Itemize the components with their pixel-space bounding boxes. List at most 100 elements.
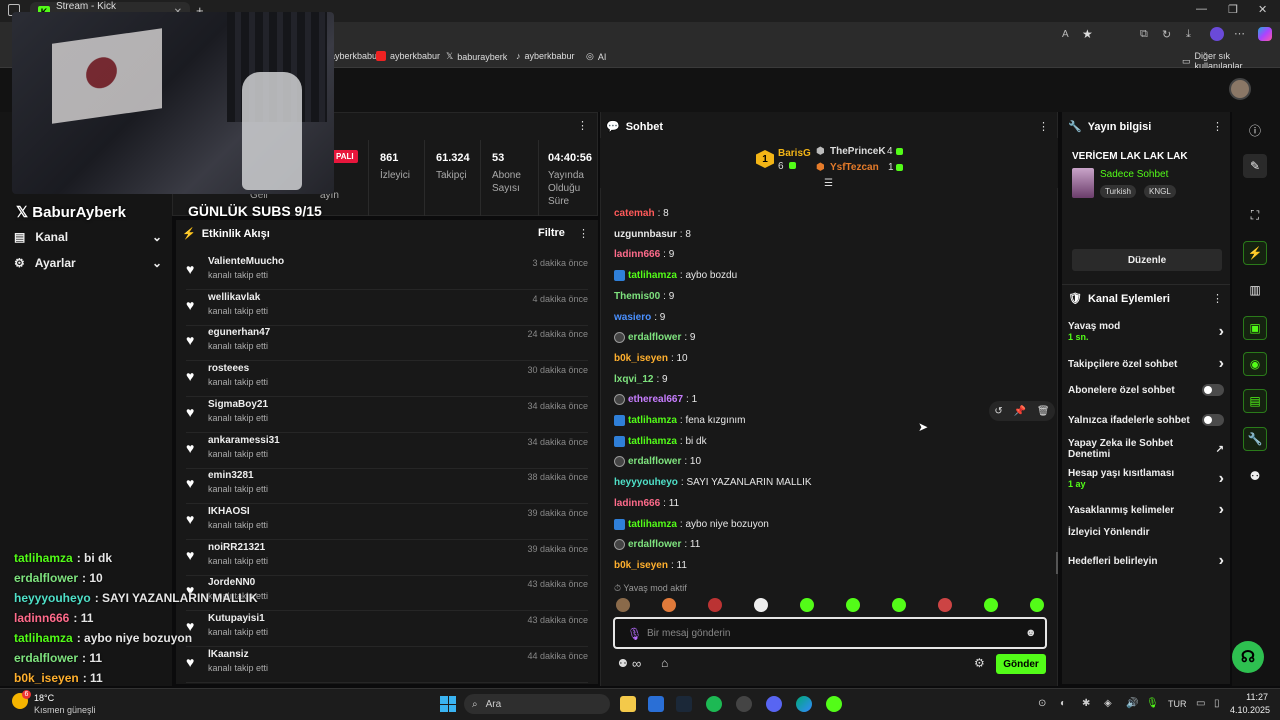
chat-username[interactable]: erdalflower <box>628 456 681 467</box>
bookmark-item[interactable]: ayberkbabur <box>330 51 380 61</box>
chat-username[interactable]: erdalflower <box>628 539 681 550</box>
channel-action-row[interactable]: Yavaş mod 1 sn. › <box>1068 321 1224 342</box>
chat-message[interactable]: Themis00: 9 <box>614 291 674 302</box>
chat-icon[interactable]: ▣ <box>1243 316 1267 340</box>
chat-message[interactable]: tatlihamza: aybo niye bozuyon <box>614 518 769 530</box>
weather-temp[interactable]: 18°C <box>34 693 54 703</box>
emote-icon[interactable] <box>800 598 814 612</box>
channel-action-row[interactable]: Hedefleri belirleyin › <box>1068 552 1224 570</box>
chat-username[interactable]: ladinn666 <box>614 498 660 509</box>
activity-item[interactable]: ♥ rosteees kanalı takip etti 30 dakika önce <box>186 363 588 398</box>
clock-date[interactable]: 4.10.2025 <box>1226 705 1270 715</box>
screen-capture-icon[interactable]: ⛶ <box>1243 203 1267 227</box>
edge-icon[interactable] <box>796 696 812 712</box>
pin-icon[interactable]: 📌 <box>1014 406 1026 417</box>
chat-message[interactable]: tatlihamza: aybo bozdu <box>614 270 737 282</box>
tray-icon[interactable]: ◈ <box>1104 698 1112 709</box>
activity-item[interactable]: ♥ egunerhan47 kanalı takip etti 24 dakika ö… <box>186 327 588 362</box>
clock-time[interactable]: 11:27 <box>1232 692 1268 702</box>
toggle-switch[interactable] <box>1202 384 1224 396</box>
chat-message[interactable]: b0k_iseyen: 10 <box>614 353 688 364</box>
channel-action-row[interactable]: Yalnızca ifadelerle sohbet <box>1068 414 1224 426</box>
avatar[interactable] <box>1229 78 1251 100</box>
chat-username[interactable]: b0k_iseyen <box>614 353 668 364</box>
store-app-icon[interactable] <box>648 696 664 712</box>
channel-action-row[interactable]: Abonelere özel sohbet <box>1068 384 1224 396</box>
taskbar-search[interactable]: ⌕ Ara <box>464 694 610 714</box>
file-explorer-icon[interactable] <box>620 696 636 712</box>
activity-item[interactable]: ♥ IKHAOSI kanalı takip etti 39 dakika önce <box>186 506 588 540</box>
activity-item[interactable]: ♥ ValienteMuucho kanalı takip etti 3 dakika… <box>186 256 588 290</box>
emote-icon[interactable] <box>662 598 676 612</box>
undo-icon[interactable]: ↺ <box>994 406 1002 417</box>
layout-icon[interactable]: ▤ <box>1243 389 1267 413</box>
channel-action-row[interactable]: Yasaklanmış kelimeler › <box>1068 501 1224 519</box>
chat-input[interactable]: Bir mesaj gönderin <box>647 628 730 639</box>
chat-username[interactable]: tatlihamza <box>628 270 677 281</box>
activity-item[interactable]: ♥ emin3281 kanalı takip etti 38 dakika önce <box>186 470 588 505</box>
chat-username[interactable]: ladinn666 <box>614 249 660 260</box>
chat-message[interactable]: heyyyouheyo: SAYI YAZANLARIN MALLIK <box>614 477 812 488</box>
kick-app-icon[interactable] <box>826 696 842 712</box>
extensions-icon[interactable]: ⧉ <box>1140 28 1148 41</box>
channel-action-row[interactable]: İzleyici Yönlendir <box>1068 527 1224 538</box>
emote-icon[interactable] <box>846 598 860 612</box>
chat-scrollbar[interactable] <box>1056 552 1058 574</box>
expand-leaderboard-icon[interactable]: ☰ <box>824 178 833 189</box>
microphone-icon[interactable]: 🎙 <box>1146 698 1159 709</box>
send-button[interactable]: Gönder <box>996 654 1046 674</box>
document-icon[interactable]: ▥ <box>1243 278 1267 302</box>
microphone-icon[interactable]: 🎙 <box>627 627 642 641</box>
chat-settings-icon[interactable]: ⚙ <box>974 656 985 670</box>
chat-username[interactable]: wasiero <box>614 312 651 323</box>
activity-item[interactable]: ♥ lKaansiz kanalı takip etti 44 dakika önce <box>186 649 588 683</box>
windows-start-icon[interactable] <box>440 696 456 712</box>
store-icon[interactable]: ⌂ <box>661 656 668 670</box>
discord-icon[interactable] <box>766 696 782 712</box>
profile-icon[interactable] <box>1210 27 1224 41</box>
emote-icon[interactable] <box>1030 598 1044 612</box>
downloads-icon[interactable]: ⤓ <box>1186 28 1191 41</box>
chat-message[interactable]: ladinn666: 11 <box>614 498 679 509</box>
tray-icon[interactable]: ⊙ <box>1038 698 1046 709</box>
chat-input-box[interactable]: 🎙 Bir mesaj gönderin ☻ <box>613 617 1047 649</box>
chat-message[interactable]: erdalflower: 9 <box>614 332 695 344</box>
steam-icon[interactable] <box>676 696 692 712</box>
emoji-icon[interactable]: ☻ <box>1025 627 1037 639</box>
chat-username[interactable]: tatlihamza <box>628 415 677 426</box>
wrench-icon[interactable]: 🔧 <box>1243 427 1267 451</box>
chat-message[interactable]: erdalflower: 10 <box>614 456 701 468</box>
stats-more-icon[interactable]: ⋮ <box>577 119 588 132</box>
chat-message[interactable]: wasiero: 9 <box>614 312 665 323</box>
chat-username[interactable]: heyyyouheyo <box>614 477 678 488</box>
emote-icon[interactable] <box>616 598 630 612</box>
chat-username[interactable]: b0k_iseyen <box>614 560 668 571</box>
stream-category[interactable]: Sadece Sohbet <box>1100 169 1168 180</box>
emote-icon[interactable] <box>938 598 952 612</box>
maximize-icon[interactable]: ❐ <box>1228 3 1238 16</box>
language-indicator[interactable]: TUR <box>1168 699 1187 709</box>
bookmark-item[interactable]: ♪ ayberkbabur <box>516 51 575 61</box>
chat-message[interactable]: tatlihamza: fena kızgınım <box>614 415 746 426</box>
info-icon[interactable]: ⓘ <box>1243 118 1267 142</box>
activity-more-icon[interactable]: ⋮ <box>578 227 589 240</box>
copilot-icon[interactable] <box>1258 27 1272 41</box>
minimize-icon[interactable]: — <box>1196 3 1207 15</box>
channel-action-row[interactable]: Hesap yaşı kısıtlaması 1 ay › <box>1068 468 1224 489</box>
favorite-star-icon[interactable]: ★ <box>1082 27 1093 41</box>
emote-icon[interactable] <box>754 598 768 612</box>
chat-message[interactable]: catemah: 8 <box>614 208 669 219</box>
chat-username[interactable]: uzgunnbasur <box>614 229 677 240</box>
infinity-icon[interactable]: ∞ <box>632 656 641 671</box>
chat-message[interactable]: lxqvi_12: 9 <box>614 374 668 385</box>
more-menu-icon[interactable]: ⋯ <box>1234 27 1245 40</box>
chat-more-icon[interactable]: ⋮ <box>1038 120 1049 133</box>
filter-button[interactable]: Filtre <box>538 227 565 239</box>
stream-info-more-icon[interactable]: ⋮ <box>1212 120 1223 133</box>
chat-message[interactable]: ladinn666: 9 <box>614 249 674 260</box>
bookmark-item[interactable]: ayberkbabur <box>376 51 440 61</box>
channel-action-row[interactable]: Yapay Zeka ile Sohbet Denetimi ↗ <box>1068 438 1224 460</box>
activity-item[interactable]: ♥ wellikavlak kanalı takip etti 4 dakika ön… <box>186 292 588 326</box>
chat-username[interactable]: tatlihamza <box>628 436 677 447</box>
chat-username[interactable]: erdalflower <box>628 332 681 343</box>
